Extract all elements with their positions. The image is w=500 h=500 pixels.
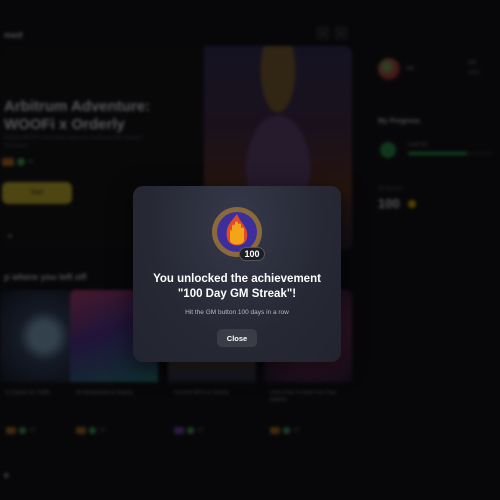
modal-subtitle: Hit the GM button 100 days in a row: [185, 309, 289, 316]
modal-title: You unlocked the achievement "100 Day GM…: [133, 272, 341, 302]
badge-count: 100: [239, 247, 265, 261]
modal-title-line-1: You unlocked the achievement: [153, 273, 321, 285]
app-root: med ‹ › Arbitrum Adventure: WOOFi x Orde…: [0, 0, 500, 500]
close-button[interactable]: Close: [217, 329, 257, 347]
modal-title-line-2: "100 Day GM Streak"!: [177, 288, 297, 300]
achievement-modal: 100 You unlocked the achievement "100 Da…: [133, 186, 341, 362]
